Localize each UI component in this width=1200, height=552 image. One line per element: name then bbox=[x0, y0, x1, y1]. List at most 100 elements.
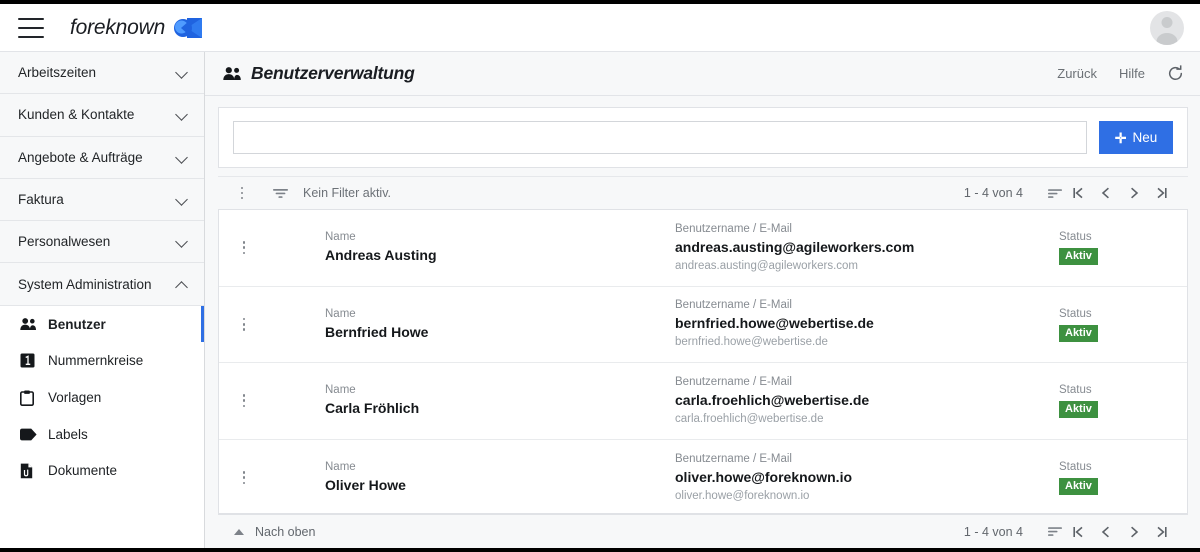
previous-page-icon[interactable] bbox=[1092, 179, 1120, 207]
cell-username-email: Benutzername / E-Mail andreas.austing@ag… bbox=[675, 222, 1059, 274]
top-bar: foreknown bbox=[0, 4, 1200, 52]
row-more-vertical-icon[interactable] bbox=[235, 317, 253, 331]
chevron-up-icon bbox=[177, 279, 188, 290]
sidebar-group-arbeitszeiten[interactable]: Arbeitszeiten bbox=[0, 52, 204, 95]
list-toolbar: Kein Filter aktiv. 1 - 4 von 4 bbox=[218, 176, 1188, 210]
user-email: oliver.howe@foreknown.io bbox=[675, 468, 853, 485]
page-title-people-icon bbox=[223, 66, 242, 81]
cell-name: Name Andreas Austing bbox=[325, 230, 675, 265]
cell-name: Name Oliver Howe bbox=[325, 460, 675, 495]
field-label-username-email: Benutzername / E-Mail bbox=[675, 375, 792, 388]
status-badge: Aktiv bbox=[1059, 248, 1098, 266]
user-name: Oliver Howe bbox=[325, 477, 406, 494]
field-label-name: Name bbox=[325, 461, 356, 474]
table-row[interactable]: Name Bernfried Howe Benutzername / E-Mai… bbox=[219, 287, 1187, 363]
help-link[interactable]: Hilfe bbox=[1119, 66, 1145, 81]
arrow-up-icon[interactable] bbox=[234, 528, 244, 535]
user-name: Carla Fröhlich bbox=[325, 400, 420, 417]
page-title: Benutzerverwaltung bbox=[251, 63, 415, 83]
field-label-username-email: Benutzername / E-Mail bbox=[675, 222, 792, 235]
sidebar: Arbeitszeiten Kunden & Kontakte Angebote… bbox=[0, 52, 205, 548]
sidebar-group-label: Personalwesen bbox=[18, 234, 111, 250]
user-email: carla.froehlich@webertise.de bbox=[675, 391, 870, 408]
sidebar-item-benutzer[interactable]: Benutzer bbox=[0, 305, 204, 343]
cell-status: Status Aktiv bbox=[1059, 460, 1169, 496]
row-more-vertical-icon[interactable] bbox=[235, 241, 253, 255]
brand-name: foreknown bbox=[70, 15, 166, 39]
status-badge: Aktiv bbox=[1059, 324, 1098, 342]
user-name: Bernfried Howe bbox=[325, 323, 429, 340]
more-vertical-icon[interactable] bbox=[234, 186, 250, 200]
cell-username-email: Benutzername / E-Mail carla.froehlich@we… bbox=[675, 375, 1059, 427]
sidebar-group-system-administration[interactable]: System Administration bbox=[0, 263, 204, 306]
sidebar-group-angebote-auftraege[interactable]: Angebote & Aufträge bbox=[0, 136, 204, 179]
search-input[interactable] bbox=[233, 121, 1087, 154]
sidebar-group-label: Arbeitszeiten bbox=[18, 65, 97, 81]
field-label-name: Name bbox=[325, 307, 356, 320]
field-label-status: Status bbox=[1059, 307, 1092, 320]
user-email: andreas.austing@agileworkers.com bbox=[675, 238, 915, 255]
sidebar-group-label: Faktura bbox=[18, 192, 64, 208]
row-more-vertical-icon[interactable] bbox=[235, 471, 253, 485]
user-username: carla.froehlich@webertise.de bbox=[675, 412, 824, 425]
back-link[interactable]: Zurück bbox=[1057, 66, 1097, 81]
filter-status-text: Kein Filter aktiv. bbox=[303, 186, 391, 200]
chevron-down-icon bbox=[177, 109, 188, 120]
scroll-to-top-link[interactable]: Nach oben bbox=[255, 525, 315, 539]
filter-icon[interactable] bbox=[272, 187, 289, 200]
footer-pagination-count: 1 - 4 von 4 bbox=[963, 524, 1023, 539]
refresh-icon[interactable] bbox=[1167, 65, 1184, 82]
sidebar-group-kunden-kontakte[interactable]: Kunden & Kontakte bbox=[0, 94, 204, 137]
sidebar-item-nummernkreise[interactable]: Nummernkreise bbox=[0, 342, 204, 380]
tag-icon bbox=[20, 428, 40, 441]
field-label-status: Status bbox=[1059, 231, 1092, 244]
sort-icon[interactable] bbox=[1047, 187, 1064, 200]
table-row[interactable]: Name Andreas Austing Benutzername / E-Ma… bbox=[219, 210, 1187, 287]
first-page-icon[interactable] bbox=[1064, 179, 1092, 207]
last-page-icon[interactable] bbox=[1148, 179, 1176, 207]
footer-next-page-icon[interactable] bbox=[1120, 518, 1148, 546]
field-label-name: Name bbox=[325, 231, 356, 244]
cell-name: Name Bernfried Howe bbox=[325, 307, 675, 342]
sidebar-item-label: Dokumente bbox=[48, 463, 118, 479]
sidebar-group-personalwesen[interactable]: Personalwesen bbox=[0, 221, 204, 264]
brand-logo[interactable]: foreknown bbox=[70, 16, 204, 40]
footer-previous-page-icon[interactable] bbox=[1092, 518, 1120, 546]
sidebar-group-label: System Administration bbox=[18, 276, 152, 292]
cell-status: Status Aktiv bbox=[1059, 307, 1169, 342]
field-label-name: Name bbox=[325, 384, 356, 397]
user-name: Andreas Austing bbox=[325, 247, 437, 264]
user-email: bernfried.howe@webertise.de bbox=[675, 315, 874, 332]
sidebar-item-dokumente[interactable]: Dokumente bbox=[0, 452, 204, 490]
next-page-icon[interactable] bbox=[1120, 179, 1148, 207]
page-header: Benutzerverwaltung Zurück Hilfe bbox=[205, 52, 1200, 96]
sidebar-group-faktura[interactable]: Faktura bbox=[0, 178, 204, 222]
footer-sort-icon[interactable] bbox=[1047, 525, 1064, 538]
row-more-vertical-icon[interactable] bbox=[235, 394, 253, 408]
new-button[interactable]: ✛ Neu bbox=[1099, 121, 1173, 154]
main-content: Benutzerverwaltung Zurück Hilfe ✛ Neu Ke… bbox=[205, 52, 1200, 548]
chevron-down-icon bbox=[177, 194, 188, 205]
table-row[interactable]: Name Oliver Howe Benutzername / E-Mail o… bbox=[219, 440, 1187, 514]
chevron-down-icon bbox=[177, 152, 188, 163]
cell-username-email: Benutzername / E-Mail oliver.howe@forekn… bbox=[675, 452, 1059, 504]
user-avatar[interactable] bbox=[1150, 10, 1184, 45]
footer-first-page-icon[interactable] bbox=[1064, 518, 1092, 546]
cell-status: Status Aktiv bbox=[1059, 383, 1169, 419]
plus-icon: ✛ bbox=[1114, 129, 1127, 146]
sidebar-group-label: Kunden & Kontakte bbox=[18, 107, 135, 123]
document-icon bbox=[20, 463, 40, 479]
app-window: foreknown Arbeitszeiten Kunden & Kontakt… bbox=[0, 4, 1200, 548]
sidebar-item-labels[interactable]: Labels bbox=[0, 415, 204, 453]
status-badge: Aktiv bbox=[1059, 401, 1098, 419]
field-label-status: Status bbox=[1059, 461, 1092, 474]
cell-name: Name Carla Fröhlich bbox=[325, 383, 675, 418]
user-username: bernfried.howe@webertise.de bbox=[675, 336, 828, 349]
table-row[interactable]: Name Carla Fröhlich Benutzername / E-Mai… bbox=[219, 363, 1187, 440]
foreknown-mark-icon bbox=[172, 16, 204, 40]
footer-last-page-icon[interactable] bbox=[1148, 518, 1176, 546]
pagination-count: 1 - 4 von 4 bbox=[963, 186, 1023, 200]
hamburger-menu-icon[interactable] bbox=[18, 17, 44, 38]
sidebar-item-vorlagen[interactable]: Vorlagen bbox=[0, 379, 204, 416]
sidebar-item-label: Nummernkreise bbox=[48, 353, 144, 369]
